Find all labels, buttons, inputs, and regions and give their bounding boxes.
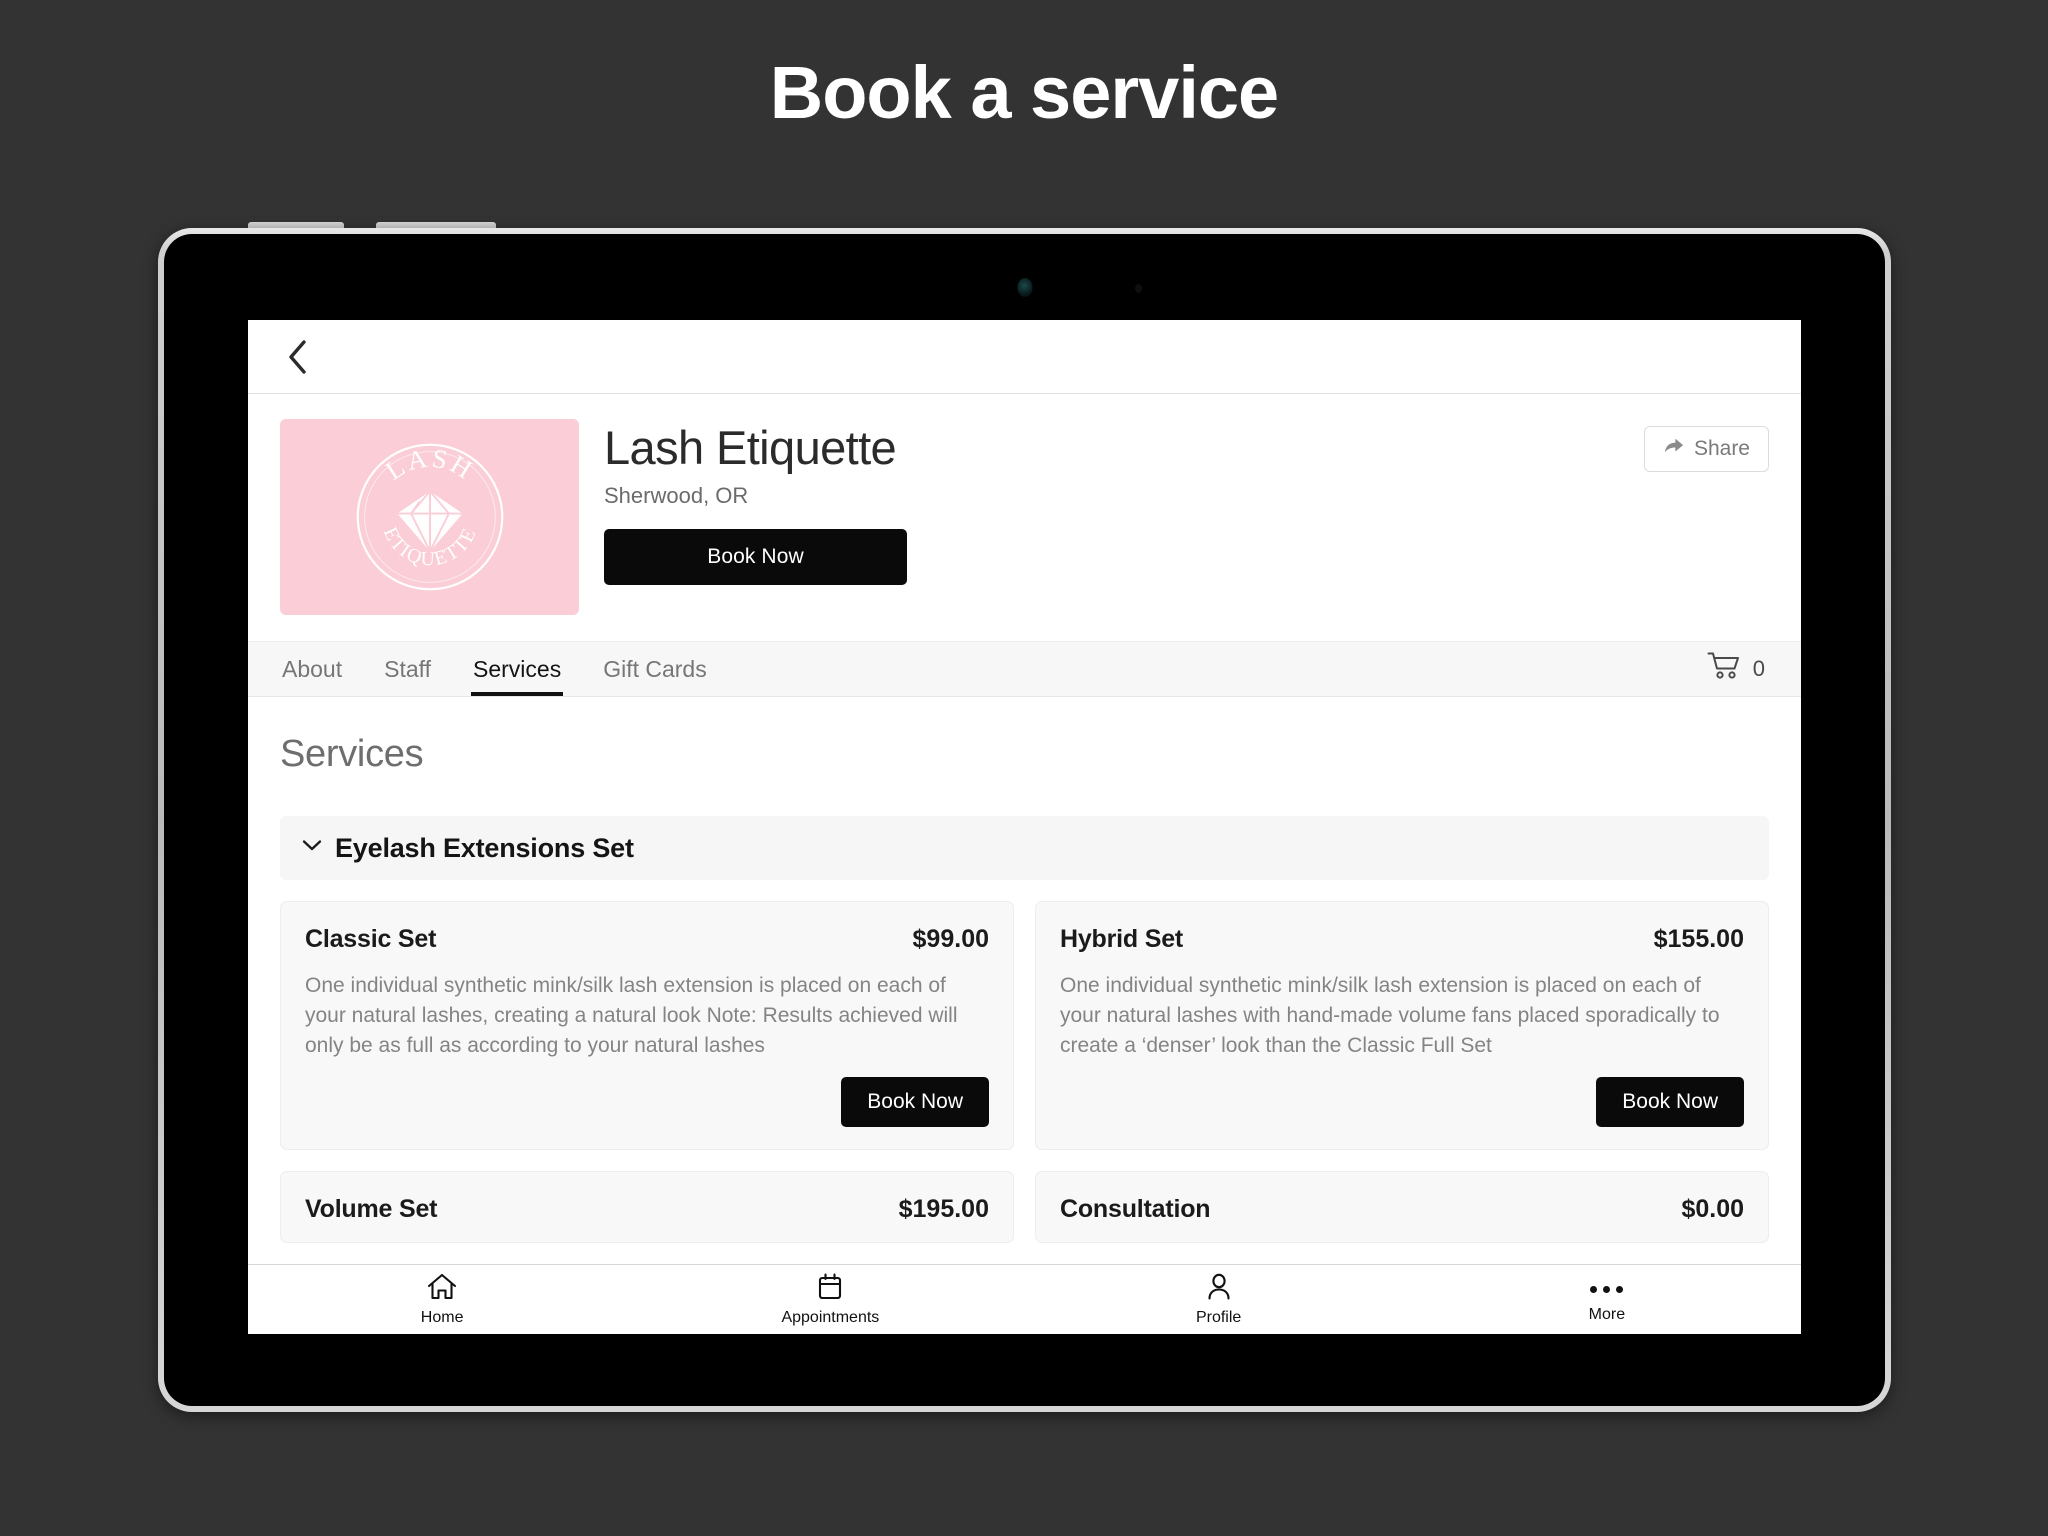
ambient-sensor-icon bbox=[1134, 284, 1142, 293]
service-price: $0.00 bbox=[1681, 1195, 1744, 1224]
tab-staff-label: Staff bbox=[384, 655, 431, 682]
service-card-actions: Book Now bbox=[1060, 1077, 1744, 1128]
back-chevron-icon[interactable] bbox=[280, 339, 314, 374]
accordion-eyelash-extensions-set[interactable]: Eyelash Extensions Set bbox=[280, 816, 1769, 880]
shopping-cart-icon bbox=[1707, 651, 1741, 687]
share-button[interactable]: Share bbox=[1643, 426, 1769, 472]
book-now-button-header[interactable]: Book Now bbox=[604, 529, 907, 586]
tab-gift-cards-label: Gift Cards bbox=[603, 655, 707, 682]
book-now-button[interactable]: Book Now bbox=[841, 1077, 989, 1128]
service-description: One individual synthetic mink/silk lash … bbox=[305, 974, 958, 1057]
tablet-device-mockup: LASH ETIQUETTE Lash Etiquette Sherwood, … bbox=[158, 222, 1891, 1412]
nav-item-more-label: More bbox=[1588, 1306, 1626, 1323]
cart-count: 0 bbox=[1752, 656, 1765, 681]
tab-staff[interactable]: Staff bbox=[382, 642, 433, 696]
book-now-button[interactable]: Book Now bbox=[1596, 1077, 1744, 1128]
service-description: One individual synthetic mink/silk lash … bbox=[1060, 974, 1720, 1057]
service-card[interactable]: Volume Set $195.00 bbox=[280, 1171, 1014, 1244]
chevron-down-icon bbox=[302, 839, 322, 857]
business-location: Sherwood, OR bbox=[604, 483, 749, 509]
ellipsis-icon bbox=[1590, 1275, 1624, 1303]
business-logo: LASH ETIQUETTE bbox=[280, 419, 579, 615]
page-title: Book a service bbox=[769, 51, 1279, 134]
service-name: Classic Set bbox=[305, 925, 437, 953]
nav-item-profile[interactable]: Profile bbox=[1025, 1273, 1413, 1327]
service-card[interactable]: Classic Set $99.00 One individual synthe… bbox=[280, 901, 1014, 1151]
cart-button[interactable]: 0 bbox=[1707, 642, 1769, 696]
business-name: Lash Etiquette bbox=[604, 421, 897, 474]
services-content: Services Eyelash Extensions Set Classic … bbox=[248, 697, 1801, 1334]
business-header: LASH ETIQUETTE Lash Etiquette Sherwood, … bbox=[248, 394, 1801, 641]
service-price: $155.00 bbox=[1653, 925, 1744, 953]
service-card[interactable]: Consultation $0.00 bbox=[1035, 1171, 1769, 1244]
share-arrow-icon bbox=[1663, 436, 1685, 462]
tab-about[interactable]: About bbox=[280, 642, 344, 696]
tab-about-label: About bbox=[282, 655, 343, 682]
app-top-bar bbox=[248, 320, 1801, 394]
person-icon bbox=[1206, 1273, 1232, 1306]
nav-item-profile-label: Profile bbox=[1195, 1308, 1242, 1326]
service-name: Consultation bbox=[1060, 1195, 1211, 1224]
business-info: Lash Etiquette Sherwood, OR Book Now bbox=[579, 419, 1769, 615]
tab-services-label: Services bbox=[473, 655, 562, 682]
share-button-label: Share bbox=[1693, 437, 1750, 460]
nav-item-appointments-label: Appointments bbox=[781, 1308, 880, 1326]
service-card-header: Classic Set $99.00 bbox=[305, 925, 989, 954]
service-card-header: Hybrid Set $155.00 bbox=[1060, 925, 1744, 954]
nav-item-home-label: Home bbox=[420, 1308, 464, 1326]
service-price: $195.00 bbox=[898, 1195, 989, 1224]
services-grid: Classic Set $99.00 One individual synthe… bbox=[280, 901, 1769, 1244]
services-heading: Services bbox=[280, 733, 424, 775]
nav-item-home[interactable]: Home bbox=[248, 1273, 636, 1327]
nav-item-more[interactable]: More bbox=[1413, 1275, 1801, 1324]
calendar-icon bbox=[817, 1272, 843, 1306]
device-frame: LASH ETIQUETTE Lash Etiquette Sherwood, … bbox=[158, 228, 1891, 1412]
tab-gift-cards[interactable]: Gift Cards bbox=[601, 642, 709, 696]
service-card-actions: Book Now bbox=[305, 1077, 989, 1128]
tab-services[interactable]: Services bbox=[471, 642, 564, 696]
home-icon bbox=[427, 1273, 457, 1306]
tab-bar: About Staff Services Gift Cards 0 bbox=[248, 641, 1801, 697]
nav-item-appointments[interactable]: Appointments bbox=[636, 1272, 1024, 1327]
service-name: Volume Set bbox=[305, 1195, 438, 1224]
device-bezel: LASH ETIQUETTE Lash Etiquette Sherwood, … bbox=[164, 234, 1885, 1406]
front-camera-icon bbox=[1017, 278, 1032, 297]
app-screen: LASH ETIQUETTE Lash Etiquette Sherwood, … bbox=[248, 320, 1801, 1334]
accordion-label: Eyelash Extensions Set bbox=[335, 832, 634, 863]
service-card-header: Consultation $0.00 bbox=[1060, 1195, 1744, 1224]
service-name: Hybrid Set bbox=[1060, 925, 1184, 953]
service-card-header: Volume Set $195.00 bbox=[305, 1195, 989, 1224]
bottom-navigation-bar: Home Appointments Profile More bbox=[248, 1264, 1801, 1334]
service-card[interactable]: Hybrid Set $155.00 One individual synthe… bbox=[1035, 901, 1769, 1151]
svg-text:LASH: LASH bbox=[380, 442, 479, 485]
service-price: $99.00 bbox=[912, 925, 989, 953]
